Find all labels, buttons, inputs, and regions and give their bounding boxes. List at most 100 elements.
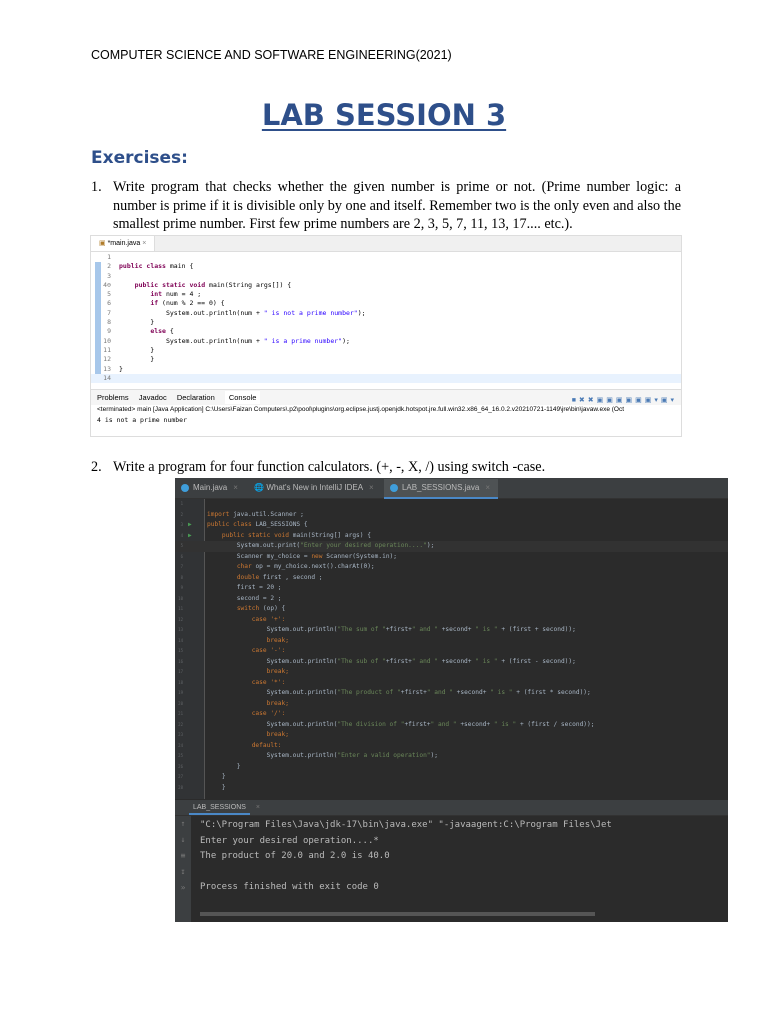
line-number: 5 xyxy=(180,543,183,548)
line-number: 4 xyxy=(180,532,183,538)
code-text: } xyxy=(119,364,123,373)
code-line: 3 ▶ public class LAB_SESSIONS { xyxy=(175,520,728,531)
code-line: 27 } xyxy=(175,772,728,783)
code-line: 9 first = 20 ; xyxy=(175,583,728,594)
java-class-icon xyxy=(389,483,398,492)
line-number: 28 xyxy=(178,784,183,790)
code-line: 12 case '+': xyxy=(175,615,728,626)
change-marker xyxy=(95,318,101,328)
line-number: 9 xyxy=(107,327,111,336)
view-tab-declaration: Declaration xyxy=(176,393,215,402)
code-line: 14 xyxy=(91,373,681,384)
close-icon: × xyxy=(142,240,147,247)
code-text: } xyxy=(119,318,155,327)
code-text: break; xyxy=(207,731,289,738)
line-number: 1 xyxy=(107,253,111,261)
line-number: 14 xyxy=(103,373,111,382)
line-number: 8 xyxy=(107,318,111,327)
horizontal-scrollbar xyxy=(200,912,595,916)
code-text: System.out.println(num + " is not a prim… xyxy=(119,308,366,317)
run-sidebar: ↑ ↓ ≡ ↧ » xyxy=(175,816,191,922)
change-marker xyxy=(95,290,101,300)
line-number: 16 xyxy=(178,658,183,664)
line-number: 10 xyxy=(178,595,183,601)
exercise-item-2: 2. Write a program for four function cal… xyxy=(91,458,681,477)
code-text: break; xyxy=(207,668,289,675)
line-number: 10 xyxy=(103,336,111,345)
arrow-up-icon: ↑ xyxy=(180,819,186,828)
code-text: switch (op) { xyxy=(236,605,286,612)
change-marker xyxy=(95,336,101,346)
line-number: 5 xyxy=(107,290,111,299)
java-file-icon: ▣ xyxy=(99,240,106,247)
tab-label: *main.java xyxy=(107,240,141,247)
line-number: 22 xyxy=(178,721,183,727)
code-text: else { xyxy=(150,327,174,336)
change-marker xyxy=(95,280,101,291)
code-line: 3 xyxy=(91,271,681,281)
editor-tab: ▣ *main.java × xyxy=(91,236,156,251)
editor-tab: 🌐 What's New in IntelliJ IDEA × xyxy=(248,478,382,498)
change-marker xyxy=(95,345,101,356)
line-number: 1 xyxy=(180,501,183,506)
line-number: 4⊖ xyxy=(103,280,111,289)
wrap-icon: ≡ xyxy=(180,851,186,860)
line-number: 20 xyxy=(178,700,183,706)
line-number: 15 xyxy=(178,648,183,653)
code-line: 26 } xyxy=(175,762,728,773)
item-number: 2. xyxy=(91,459,102,475)
code-text: System.out.println("The division of "+fi… xyxy=(207,720,595,728)
run-tab-label: LAB_SESSIONS xyxy=(189,802,250,815)
line-number: 7 xyxy=(180,564,183,569)
line-number: 6 xyxy=(180,553,183,559)
console-output: 4 is not a prime number xyxy=(97,416,188,424)
line-number: 6 xyxy=(107,299,111,308)
code-text: int num = 4 ; xyxy=(150,290,202,299)
code-text: System.out.println("The product of "+fir… xyxy=(207,689,591,696)
code-text: case '*': xyxy=(207,678,286,686)
line-number: 14 xyxy=(178,637,183,643)
line-number: 18 xyxy=(178,679,183,685)
editor-tabbar: Main.java × 🌐 What's New in IntelliJ IDEA… xyxy=(175,478,728,499)
output-line: "C:\Program Files\Java\jdk-17\bin\java.e… xyxy=(200,820,612,830)
code-text: System.out.println("The sum of "+first+"… xyxy=(207,626,576,633)
code-text: public static void main(String[] args) { xyxy=(221,531,371,539)
code-text: } xyxy=(207,783,226,791)
code-line: 5 System.out.print("Enter your desired o… xyxy=(175,541,728,552)
code-text: import java.util.Scanner ; xyxy=(207,510,304,518)
code-line: 8 } xyxy=(91,318,681,328)
line-number: 7 xyxy=(107,308,111,317)
code-line: 18 case '*': xyxy=(175,678,728,689)
code-line: 10 System.out.println(num + " is a prime… xyxy=(91,336,681,346)
item-number: 1. xyxy=(91,179,102,195)
line-number: 8 xyxy=(180,574,183,580)
code-line: 9 else { xyxy=(91,327,681,337)
run-panel: LAB_SESSIONS × ↑ ↓ ≡ ↧ » "C:\Program Fil… xyxy=(175,800,728,922)
view-tab-console: Console xyxy=(224,391,261,404)
code-text: public class main { xyxy=(119,262,194,271)
line-number: 9 xyxy=(180,585,183,590)
code-line: 8 double first , second ; xyxy=(175,573,728,584)
line-number: 24 xyxy=(178,742,183,748)
line-number: 11 xyxy=(103,345,111,354)
code-text: default: xyxy=(207,741,282,749)
code-line: 14 break; xyxy=(175,636,728,647)
code-text: case '-': xyxy=(207,647,286,654)
code-text: } xyxy=(207,762,241,770)
code-line: 22 System.out.println("The division of "… xyxy=(175,720,728,731)
close-icon: × xyxy=(369,483,374,492)
code-line: 1 xyxy=(175,499,728,510)
view-tab-javadoc: Javadoc xyxy=(138,393,167,402)
page-header: COMPUTER SCIENCE AND SOFTWARE ENGINEERIN… xyxy=(91,48,452,62)
output-line: Enter your desired operation....* xyxy=(200,835,379,846)
editor-tab-active: LAB_SESSIONS.java × xyxy=(383,479,498,499)
console-panel: Problems Javadoc Declaration Console ■✖✖… xyxy=(91,389,681,425)
line-number: 11 xyxy=(178,606,183,611)
code-line: 2 public class main { xyxy=(91,262,681,272)
code-line: 21 case '/': xyxy=(175,709,728,720)
code-text: System.out.print("Enter your desired ope… xyxy=(207,542,435,549)
change-marker xyxy=(95,355,101,365)
view-tabs: Problems Javadoc Declaration Console ■✖✖… xyxy=(91,389,681,405)
code-line: 6 if (num % 2 == 0) { xyxy=(91,299,681,309)
view-tab-problems: Problems xyxy=(97,393,129,402)
